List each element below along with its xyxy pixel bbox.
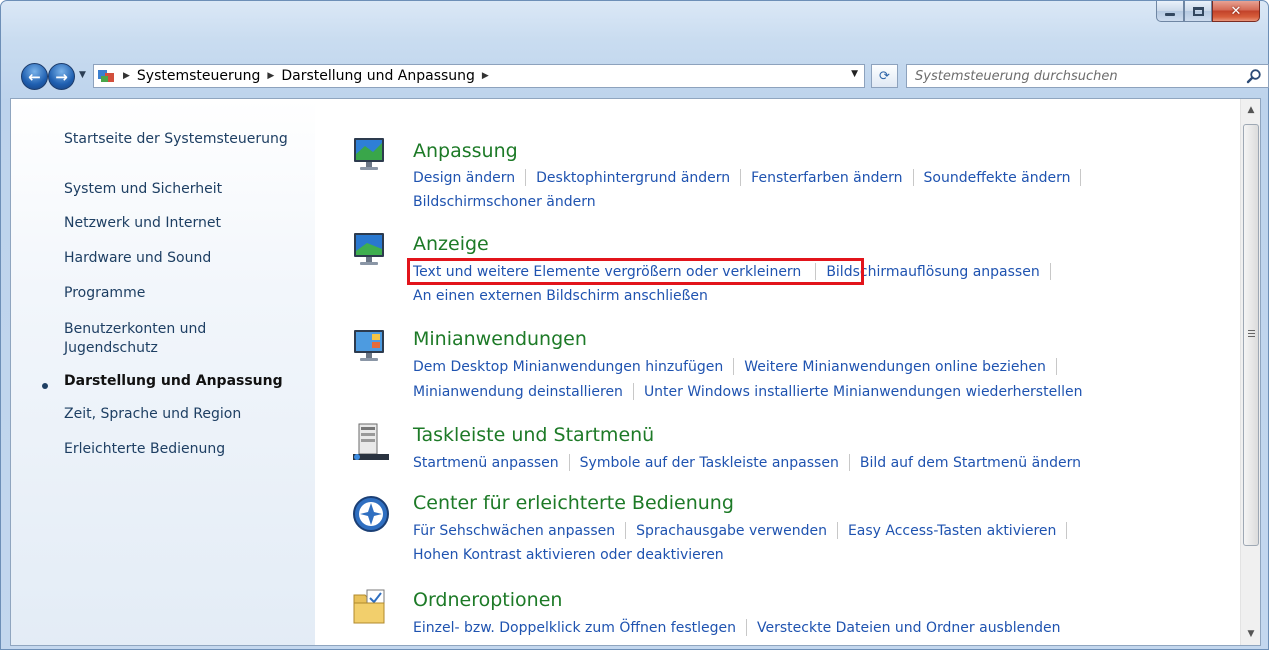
category-links-minianwendungen-2: Minianwendung deinstallieren Unter Windo… bbox=[413, 383, 1082, 400]
category-links-anzeige-2: An einen externen Bildschirm anschließen bbox=[413, 288, 708, 304]
content-area: Startseite der Systemsteuerung System un… bbox=[10, 98, 1261, 646]
breadcrumb-darstellung[interactable]: Darstellung und Anpassung bbox=[281, 68, 475, 84]
active-bullet-icon bbox=[42, 383, 48, 389]
category-links-taskleiste-1: Startmenü anpassen Symbole auf der Taskl… bbox=[413, 454, 1081, 471]
search-icon[interactable] bbox=[1246, 68, 1262, 84]
link-desktophintergrund[interactable]: Desktophintergrund ändern bbox=[536, 170, 730, 186]
gadgets-icon[interactable] bbox=[351, 325, 391, 365]
sidebar-item-appearance[interactable]: Darstellung und Anpassung bbox=[64, 372, 283, 391]
category-title-minianwendungen[interactable]: Minianwendungen bbox=[413, 328, 587, 350]
link-minianwendungen-wiederherstellen[interactable]: Unter Windows installierte Minianwendung… bbox=[644, 384, 1083, 400]
grip-icon bbox=[1248, 330, 1255, 337]
main-panel: Anpassung Design ändern Desktophintergru… bbox=[315, 99, 1240, 645]
arrow-right-icon: → bbox=[55, 67, 68, 86]
sidebar-item-accessibility[interactable]: Erleichterte Bedienung bbox=[64, 440, 225, 459]
link-einzel-doppelklick[interactable]: Einzel- bzw. Doppelklick zum Öffnen fest… bbox=[413, 620, 736, 636]
control-panel-window: ✕ ← → ▼ ▶ Systemsteuerung ▶ Darstellung … bbox=[0, 0, 1269, 650]
link-versteckte-dateien[interactable]: Versteckte Dateien und Ordner ausblenden bbox=[757, 620, 1060, 636]
category-title-anpassung[interactable]: Anpassung bbox=[413, 140, 518, 162]
category-title-taskleiste[interactable]: Taskleiste und Startmenü bbox=[413, 424, 654, 446]
category-title-erleichterte-bedienung[interactable]: Center für erleichterte Bedienung bbox=[413, 492, 734, 514]
recent-pages-dropdown[interactable]: ▼ bbox=[79, 70, 86, 80]
link-minianwendungen-online[interactable]: Weitere Minianwendungen online beziehen bbox=[744, 359, 1046, 375]
link-soundeffekte[interactable]: Soundeffekte ändern bbox=[924, 170, 1071, 186]
link-design-aendern[interactable]: Design ändern bbox=[413, 170, 515, 186]
category-links-erleichterte-bedienung-2: Hohen Kontrast aktivieren oder deaktivie… bbox=[413, 547, 724, 563]
link-symbole-taskleiste[interactable]: Symbole auf der Taskleiste anpassen bbox=[580, 455, 839, 471]
link-easy-access-tasten[interactable]: Easy Access-Tasten aktivieren bbox=[848, 523, 1056, 539]
link-externer-bildschirm[interactable]: An einen externen Bildschirm anschließen bbox=[413, 288, 708, 304]
scrollbar-thumb[interactable] bbox=[1243, 124, 1259, 546]
highlight-box bbox=[407, 258, 864, 285]
sidebar-item-system[interactable]: System und Sicherheit bbox=[64, 180, 222, 199]
arrow-left-icon: ← bbox=[28, 67, 41, 86]
address-bar[interactable]: ▶ Systemsteuerung ▶ Darstellung und Anpa… bbox=[93, 64, 865, 88]
category-title-anzeige[interactable]: Anzeige bbox=[413, 233, 489, 255]
minimize-icon bbox=[1165, 13, 1175, 16]
breadcrumb-separator-icon[interactable]: ▶ bbox=[267, 71, 274, 81]
category-links-erleichterte-bedienung-1: Für Sehschwächen anpassen Sprachausgabe … bbox=[413, 522, 1077, 539]
sidebar-item-home[interactable]: Startseite der Systemsteuerung bbox=[64, 130, 288, 149]
monitor-personalize-icon[interactable] bbox=[351, 134, 391, 174]
taskbar-icon[interactable] bbox=[351, 422, 391, 462]
category-links-anpassung-2: Bildschirmschoner ändern bbox=[413, 194, 596, 210]
breadcrumb-separator-icon[interactable]: ▶ bbox=[482, 71, 489, 81]
scroll-up-icon[interactable]: ▲ bbox=[1241, 101, 1260, 119]
refresh-button[interactable]: ⟳ bbox=[871, 64, 898, 88]
link-hoher-kontrast[interactable]: Hohen Kontrast aktivieren oder deaktivie… bbox=[413, 547, 724, 563]
navigation-bar: ← → ▼ ▶ Systemsteuerung ▶ Darstellung un… bbox=[21, 61, 1269, 91]
sidebar-item-accounts[interactable]: Benutzerkonten und Jugendschutz bbox=[64, 320, 254, 358]
search-box[interactable] bbox=[906, 64, 1269, 88]
link-fensterfarben[interactable]: Fensterfarben ändern bbox=[751, 170, 902, 186]
close-button[interactable]: ✕ bbox=[1212, 1, 1260, 22]
link-bild-startmenue[interactable]: Bild auf dem Startmenü ändern bbox=[860, 455, 1081, 471]
breadcrumb-separator-icon[interactable]: ▶ bbox=[123, 71, 130, 81]
link-startmenue-anpassen[interactable]: Startmenü anpassen bbox=[413, 455, 559, 471]
maximize-button[interactable] bbox=[1184, 1, 1212, 22]
link-minianwendung-deinstallieren[interactable]: Minianwendung deinstallieren bbox=[413, 384, 623, 400]
vertical-scrollbar[interactable]: ▲ ▼ bbox=[1240, 99, 1260, 645]
link-minianwendungen-hinzufuegen[interactable]: Dem Desktop Minianwendungen hinzufügen bbox=[413, 359, 723, 375]
sidebar-item-programs[interactable]: Programme bbox=[64, 284, 145, 303]
link-sehschwaechen[interactable]: Für Sehschwächen anpassen bbox=[413, 523, 615, 539]
category-links-anpassung-1: Design ändern Desktophintergrund ändern … bbox=[413, 169, 1091, 186]
folder-options-icon[interactable] bbox=[351, 587, 391, 627]
breadcrumb-systemsteuerung[interactable]: Systemsteuerung bbox=[137, 68, 260, 84]
ease-of-access-icon[interactable] bbox=[351, 494, 391, 534]
link-bildschirmschoner[interactable]: Bildschirmschoner ändern bbox=[413, 194, 596, 210]
sidebar-item-region[interactable]: Zeit, Sprache und Region bbox=[64, 405, 241, 424]
sidebar: Startseite der Systemsteuerung System un… bbox=[11, 99, 315, 645]
link-sprachausgabe[interactable]: Sprachausgabe verwenden bbox=[636, 523, 827, 539]
sidebar-item-hardware[interactable]: Hardware und Sound bbox=[64, 249, 211, 268]
forward-button[interactable]: → bbox=[48, 63, 75, 90]
minimize-button[interactable] bbox=[1156, 1, 1184, 22]
back-button[interactable]: ← bbox=[21, 63, 48, 90]
refresh-icon: ⟳ bbox=[879, 68, 890, 84]
close-icon: ✕ bbox=[1230, 3, 1242, 19]
category-links-minianwendungen-1: Dem Desktop Minianwendungen hinzufügen W… bbox=[413, 358, 1067, 375]
sidebar-item-network[interactable]: Netzwerk und Internet bbox=[64, 214, 221, 233]
search-input[interactable] bbox=[915, 68, 1235, 84]
address-dropdown-icon[interactable]: ▼ bbox=[851, 69, 858, 79]
category-links-ordneroptionen-1: Einzel- bzw. Doppelklick zum Öffnen fest… bbox=[413, 619, 1061, 636]
control-panel-icon bbox=[98, 69, 116, 83]
window-caption-buttons: ✕ bbox=[1156, 1, 1260, 23]
scroll-down-icon[interactable]: ▼ bbox=[1241, 625, 1260, 643]
monitor-display-icon[interactable] bbox=[351, 229, 391, 269]
maximize-icon bbox=[1192, 6, 1204, 16]
category-title-ordneroptionen[interactable]: Ordneroptionen bbox=[413, 589, 562, 611]
